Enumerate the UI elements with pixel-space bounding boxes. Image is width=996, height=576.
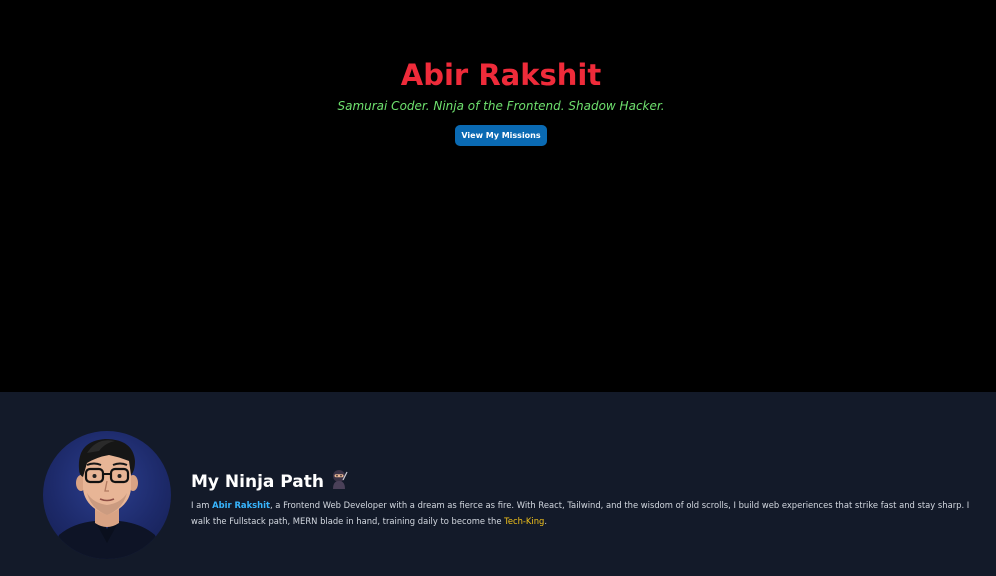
highlight-tech-king: Tech-King (504, 516, 545, 526)
about-end-text: . (544, 516, 548, 526)
avatar (43, 431, 171, 559)
about-intro-text: I am (191, 500, 213, 510)
about-heading-text: My Ninja Path (191, 472, 324, 492)
ninja-icon (330, 469, 348, 494)
hero-subtitle: Samurai Coder. Ninja of the Frontend. Sh… (337, 99, 665, 113)
hero-section: Abir Rakshit Samurai Coder. Ninja of the… (0, 0, 996, 392)
about-body-text: , a Frontend Web Developer with a dream … (191, 500, 970, 526)
highlight-name: Abir Rakshit (212, 500, 270, 510)
about-heading: My Ninja Path (191, 469, 348, 494)
avatar-illustration (51, 439, 163, 559)
about-paragraph: I am Abir Rakshit, a Frontend Web Develo… (191, 497, 971, 529)
view-missions-button[interactable]: View My Missions (455, 125, 547, 146)
hero-title: Abir Rakshit (400, 58, 602, 92)
about-section: My Ninja Path I am Abir Rakshit, a Front… (0, 392, 996, 576)
